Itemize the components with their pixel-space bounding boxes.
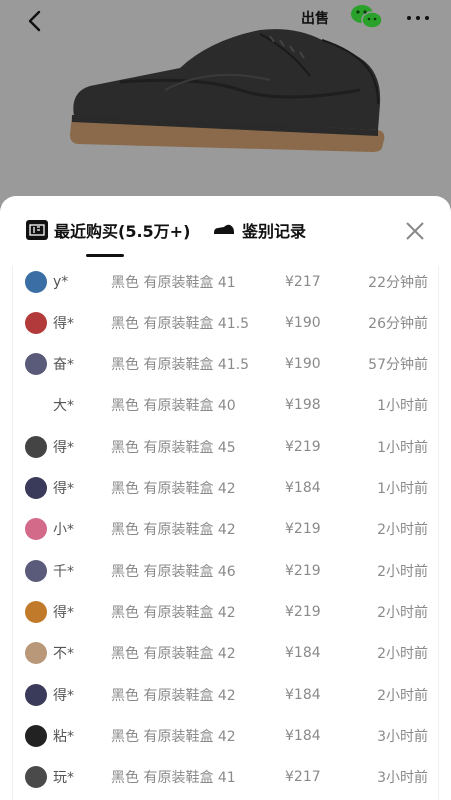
more-dot-icon	[416, 16, 420, 20]
list-item: 得* 黑色 有原装鞋盒 42 ¥184 2小时前	[13, 674, 440, 715]
list-item: 大* 黑色 有原装鞋盒 40 ¥198 1小时前	[13, 385, 440, 426]
item-spec: 黑色 有原装鞋盒 41.5	[111, 357, 250, 374]
buyer-name: 大*	[53, 398, 74, 415]
list-item: 得* 黑色 有原装鞋盒 42 ¥184 1小时前	[13, 468, 440, 509]
purchase-time: 1小时前	[377, 398, 428, 415]
purchase-time: 2小时前	[377, 646, 428, 663]
avatar	[25, 311, 47, 334]
item-spec: 黑色 有原装鞋盒 41	[111, 770, 236, 787]
purchase-time: 1小时前	[377, 439, 428, 456]
item-spec: 黑色 有原装鞋盒 41.5	[111, 315, 250, 332]
avatar	[25, 353, 47, 376]
sneaker-icon	[214, 224, 234, 236]
avatar	[25, 724, 47, 747]
item-spec: 黑色 有原装鞋盒 40	[111, 398, 236, 415]
recent-purchases-sheet: 最近购买(5.5万+) 鉴别记录 y* 黑色 有原装鞋盒 41 ¥217 22分钟前得…	[0, 196, 451, 800]
buyer-name: 千*	[53, 563, 74, 580]
tab-appraisal-records[interactable]: 鉴别记录	[212, 218, 306, 242]
list-item: y* 黑色 有原装鞋盒 41 ¥217 22分钟前	[13, 261, 440, 302]
buyer-name: 得*	[53, 315, 74, 332]
purchase-time: 2小时前	[377, 687, 428, 704]
purchase-time: 1小时前	[377, 481, 428, 497]
price: ¥217	[285, 273, 321, 290]
purchase-time: 2小时前	[377, 563, 428, 580]
price: ¥190	[285, 314, 321, 331]
avatar	[25, 435, 47, 458]
avatar	[25, 394, 47, 417]
more-dot-icon	[425, 16, 429, 20]
tab-recent-label: 最近购买(5.5万+)	[54, 222, 191, 241]
purchase-time: 2小时前	[377, 522, 428, 539]
list-item: 奋* 黑色 有原装鞋盒 41.5 ¥190 57分钟前	[13, 344, 440, 385]
item-spec: 黑色 有原装鞋盒 42	[111, 728, 236, 745]
list-item: 得* 黑色 有原装鞋盒 42 ¥219 2小时前	[13, 591, 440, 632]
list-item: 粘* 黑色 有原装鞋盒 42 ¥184 3小时前	[13, 715, 440, 756]
list-item: 不* 黑色 有原装鞋盒 42 ¥184 2小时前	[13, 633, 440, 674]
buyer-name: 小*	[53, 522, 74, 539]
price: ¥184	[285, 645, 321, 662]
price: ¥219	[285, 603, 321, 620]
list-item: 玩* 黑色 有原装鞋盒 41 ¥217 3小时前	[13, 757, 440, 798]
item-spec: 黑色 有原装鞋盒 42	[111, 522, 236, 539]
tab-recent-purchases[interactable]: 最近购买(5.5万+)	[26, 218, 190, 242]
purchase-list[interactable]: y* 黑色 有原装鞋盒 41 ¥217 22分钟前得* 黑色 有原装鞋盒 41.5 ¥19…	[12, 266, 439, 800]
back-button[interactable]	[20, 6, 50, 36]
more-options-button[interactable]	[400, 6, 436, 30]
buyer-name: 玩*	[53, 770, 74, 787]
avatar	[25, 642, 47, 665]
avatar	[25, 683, 47, 706]
purchase-time: 3小时前	[377, 770, 428, 787]
price: ¥219	[285, 521, 321, 538]
price: ¥219	[285, 438, 321, 455]
sneaker-image	[70, 29, 385, 152]
item-spec: 黑色 有原装鞋盒 42	[111, 687, 236, 704]
price: ¥184	[285, 727, 321, 744]
chevron-left-icon	[28, 10, 41, 32]
item-spec: 黑色 有原装鞋盒 46	[111, 563, 236, 580]
avatar	[25, 600, 47, 623]
product-image-area: 出售	[0, 0, 451, 205]
price: ¥190	[285, 356, 321, 373]
purchase-time: 22分钟前	[368, 274, 428, 291]
avatar	[25, 766, 47, 789]
avatar	[25, 518, 47, 541]
price: ¥217	[285, 769, 321, 786]
sheet-tabs: 最近购买(5.5万+) 鉴别记录	[0, 196, 451, 262]
buyer-name: 粘*	[53, 728, 74, 745]
list-item: 千* 黑色 有原装鞋盒 46 ¥219 2小时前	[13, 550, 440, 591]
buyer-name: 得*	[53, 481, 74, 497]
avatar	[25, 477, 47, 499]
buyer-name: 得*	[53, 687, 74, 704]
list-item: 小* 黑色 有原装鞋盒 42 ¥219 2小时前	[13, 509, 440, 550]
buyer-name: 奋*	[53, 357, 74, 374]
buyer-name: 得*	[53, 604, 74, 621]
item-spec: 黑色 有原装鞋盒 42	[111, 481, 236, 497]
active-tab-indicator	[86, 254, 124, 257]
purchase-time: 26分钟前	[368, 315, 428, 332]
close-icon	[406, 222, 424, 240]
price: ¥184	[285, 686, 321, 703]
more-dot-icon	[407, 16, 411, 20]
purchase-time: 2小时前	[377, 604, 428, 621]
price: ¥219	[285, 562, 321, 579]
item-spec: 黑色 有原装鞋盒 42	[111, 604, 236, 621]
purchase-time: 57分钟前	[368, 357, 428, 374]
price: ¥198	[285, 397, 321, 414]
close-button[interactable]	[402, 218, 428, 244]
deal-badge-icon	[26, 220, 48, 240]
list-item: 得* 黑色 有原装鞋盒 45 ¥219 1小时前	[13, 426, 440, 467]
item-spec: 黑色 有原装鞋盒 42	[111, 646, 236, 663]
item-spec: 黑色 有原装鞋盒 41	[111, 274, 236, 291]
avatar	[25, 559, 47, 582]
purchase-time: 3小时前	[377, 728, 428, 745]
item-spec: 黑色 有原装鞋盒 45	[111, 439, 236, 456]
buyer-name: y*	[53, 273, 69, 290]
buyer-name: 得*	[53, 439, 74, 456]
buyer-name: 不*	[53, 646, 74, 663]
price: ¥184	[285, 480, 321, 496]
avatar	[25, 270, 47, 293]
list-item: 得* 黑色 有原装鞋盒 41.5 ¥190 26分钟前	[13, 302, 440, 343]
tab-appraisal-label: 鉴别记录	[242, 222, 307, 241]
